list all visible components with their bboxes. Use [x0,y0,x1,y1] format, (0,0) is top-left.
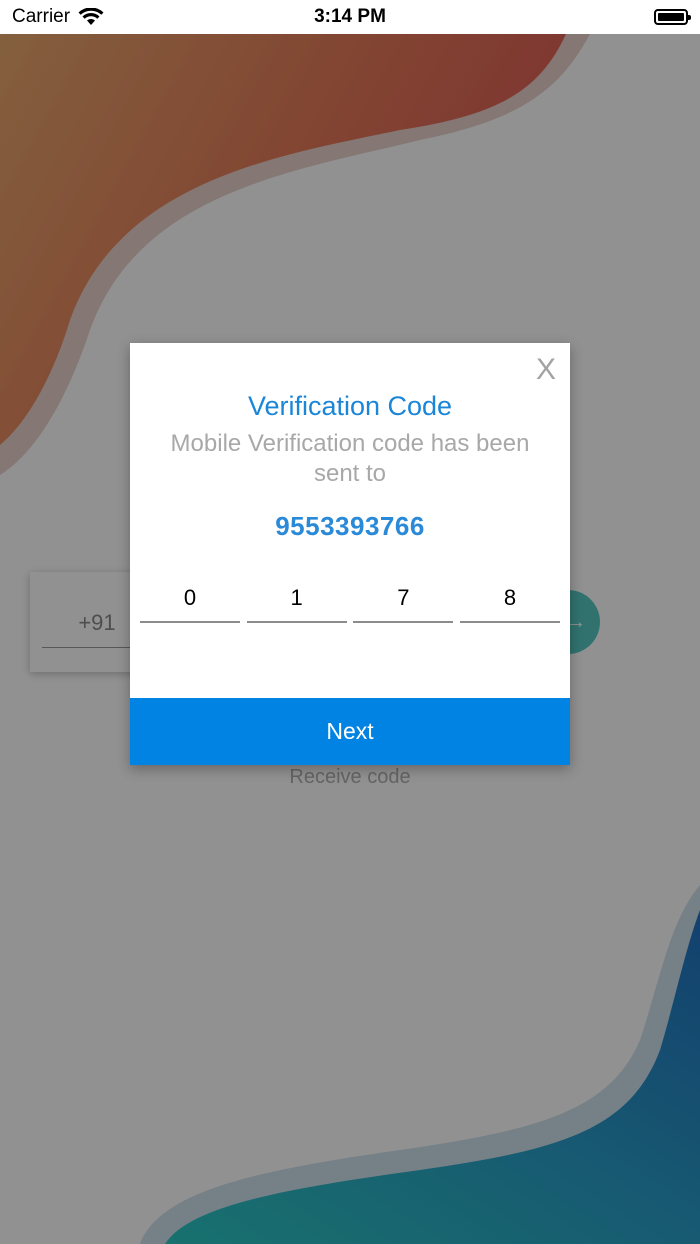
otp-digit-2[interactable] [246,575,347,623]
otp-digit-4[interactable] [459,575,560,623]
otp-inputs [140,575,560,623]
screen: Carrier 3:14 PM +91 → Receive code X Ver… [0,0,700,1244]
close-button[interactable]: X [536,353,556,387]
wifi-icon [78,8,104,25]
battery-icon [654,9,691,25]
clock: 3:14 PM [314,6,386,27]
next-button[interactable]: Next [130,698,570,765]
dialog-title: Verification Code [247,391,453,421]
otp-digit-1[interactable] [140,575,240,623]
status-left: Carrier [12,6,104,28]
dialog-message: Mobile Verification code has been sent t… [170,430,530,487]
status-bar: Carrier 3:14 PM [0,0,700,34]
carrier-label: Carrier [12,6,71,27]
otp-digit-3[interactable] [353,575,454,623]
phone-number: 9553393766 [275,511,425,541]
verification-dialog: X Verification Code Mobile Verification … [130,343,570,765]
